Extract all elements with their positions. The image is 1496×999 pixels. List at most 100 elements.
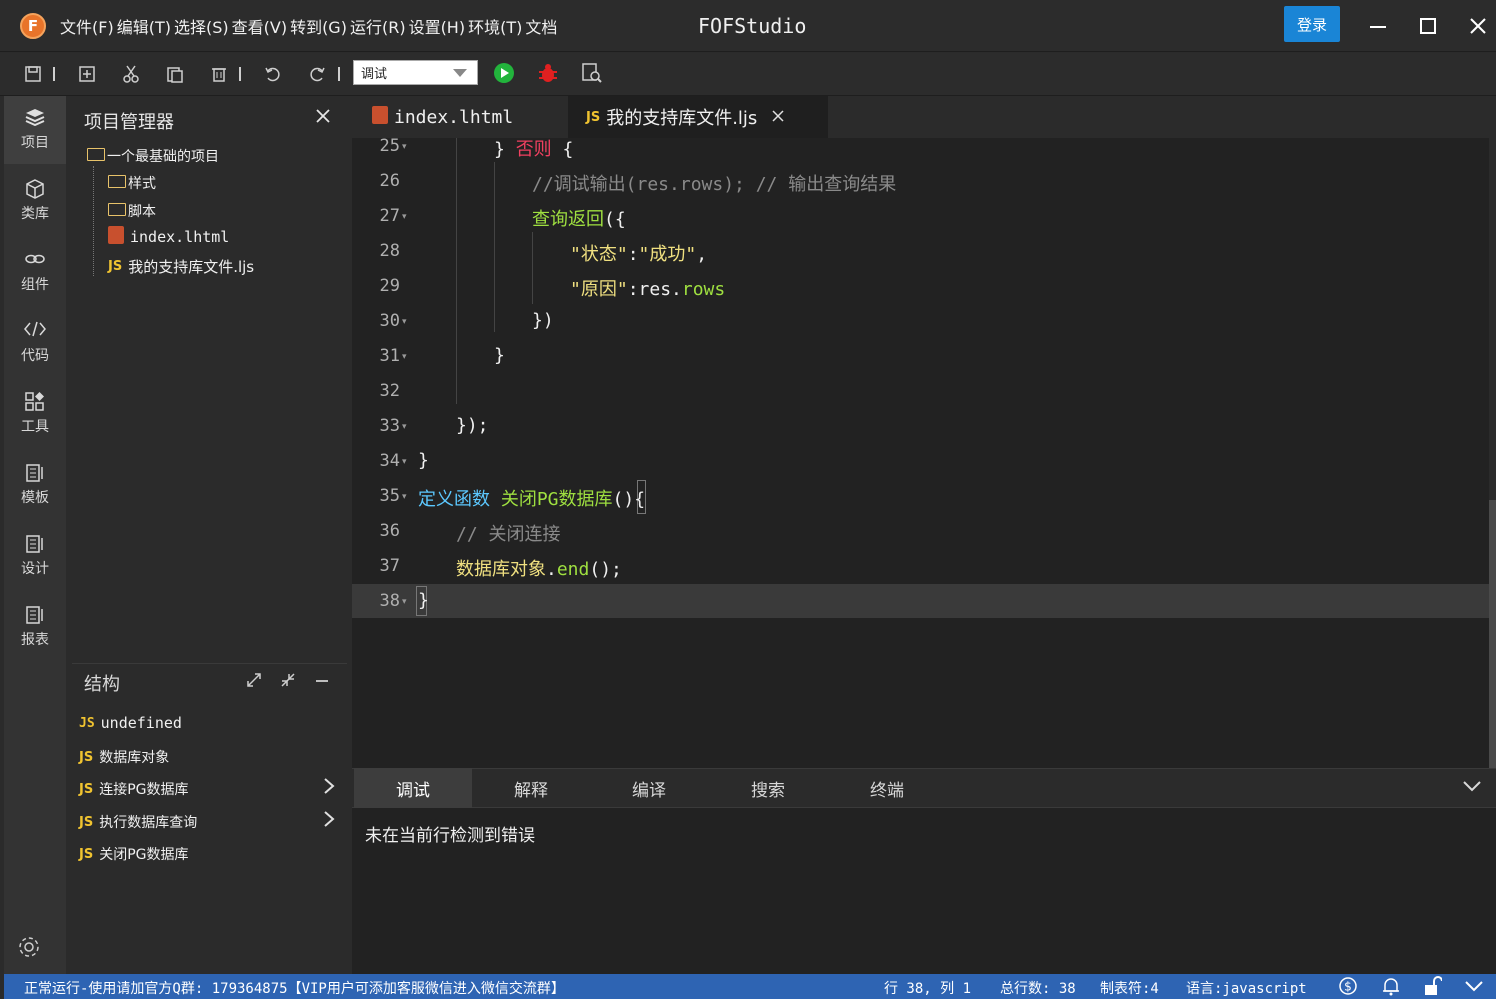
- tree-item-index-lhtml[interactable]: index.lhtml: [108, 226, 229, 246]
- code-line[interactable]: //调试输出(res.rows); // 输出查询结果: [532, 170, 896, 196]
- code-line[interactable]: 查询返回({: [532, 205, 626, 231]
- tab-index-lhtml[interactable]: index.lhtml: [352, 96, 568, 138]
- fold-marker-icon[interactable]: ▾: [402, 317, 407, 327]
- activity-tools[interactable]: 工具: [4, 380, 66, 448]
- code-line[interactable]: });: [456, 415, 489, 436]
- maximize-icon[interactable]: [1414, 12, 1442, 40]
- language-mode[interactable]: 语言:javascript: [1186, 978, 1307, 998]
- line-number: 28: [379, 241, 400, 261]
- tab-debug[interactable]: 调试: [354, 768, 472, 808]
- code-line[interactable]: }: [494, 345, 505, 366]
- unlock-icon[interactable]: [1422, 976, 1443, 999]
- code-line[interactable]: }): [532, 310, 554, 331]
- login-button[interactable]: 登录: [1284, 6, 1340, 42]
- structure-title: 结构: [84, 674, 120, 695]
- menu-select[interactable]: 选择(S): [174, 14, 229, 38]
- structure-item[interactable]: JS undefined: [79, 714, 182, 732]
- menu-docs[interactable]: 文档: [525, 14, 557, 38]
- cursor-position[interactable]: 行 38, 列 1: [884, 978, 971, 998]
- delete-icon[interactable]: [208, 63, 230, 85]
- activity-components[interactable]: 组件: [4, 238, 66, 306]
- chevron-down-icon[interactable]: [1462, 774, 1482, 798]
- activity-reports[interactable]: 报表: [4, 593, 66, 661]
- save-icon[interactable]: [22, 63, 44, 85]
- tab-terminal[interactable]: 终端: [828, 768, 946, 808]
- menu-edit[interactable]: 编辑(T): [117, 14, 171, 38]
- menu-run[interactable]: 运行(R): [350, 14, 406, 38]
- close-window-icon[interactable]: [1464, 12, 1492, 40]
- minimize-icon[interactable]: [1364, 12, 1392, 40]
- code-line[interactable]: 数据库对象.end();: [456, 555, 622, 581]
- js-symbol-icon: JS: [79, 749, 94, 765]
- structure-item[interactable]: JS 连接PG数据库: [79, 779, 189, 799]
- new-file-icon[interactable]: [76, 63, 98, 85]
- undo-icon[interactable]: [262, 63, 284, 85]
- debug-message: 未在当前行检测到错误: [365, 826, 535, 846]
- paste-icon[interactable]: [164, 63, 186, 85]
- menu-view[interactable]: 查看(V): [232, 14, 287, 38]
- run-icon[interactable]: [493, 62, 515, 84]
- fold-marker-icon[interactable]: ▾: [402, 212, 407, 222]
- tree-item-support-ljs[interactable]: JS 我的支持库文件.ljs: [108, 256, 254, 277]
- menu-settings[interactable]: 设置(H): [409, 14, 466, 38]
- minimize-panel-icon[interactable]: [314, 672, 330, 692]
- tree-item-project-root[interactable]: 一个最基础的项目: [87, 146, 219, 166]
- code-line[interactable]: "状态":"成功",: [570, 240, 707, 266]
- collapse-icon[interactable]: [280, 672, 296, 692]
- code-line[interactable]: 定义函数 关闭PG数据库(){: [418, 485, 645, 511]
- activity-project[interactable]: 项目: [4, 96, 66, 164]
- tab-explain[interactable]: 解释: [472, 768, 590, 808]
- code-line[interactable]: } 否则 {: [494, 135, 573, 161]
- code-line[interactable]: }: [418, 590, 429, 611]
- js-symbol-icon: JS: [79, 715, 95, 731]
- line-number: 35: [379, 486, 400, 506]
- gear-icon[interactable]: [16, 934, 42, 966]
- code-line[interactable]: }: [418, 450, 429, 471]
- tree-item-styles[interactable]: 样式: [108, 173, 156, 193]
- redo-icon[interactable]: [306, 63, 328, 85]
- structure-item-label: 关闭PG数据库: [99, 847, 189, 863]
- activity-library[interactable]: 类库: [4, 167, 66, 235]
- chevron-down-icon[interactable]: [1464, 976, 1484, 999]
- tab-support-ljs[interactable]: JS 我的支持库文件.ljs: [568, 96, 828, 138]
- fold-marker-icon[interactable]: ▾: [402, 492, 407, 502]
- menu-environment[interactable]: 环境(T): [468, 14, 522, 38]
- run-config-select[interactable]: 调试: [353, 60, 478, 85]
- debug-bug-icon[interactable]: [537, 62, 559, 84]
- structure-item[interactable]: JS 关闭PG数据库: [79, 844, 189, 864]
- fold-marker-icon[interactable]: ▾: [402, 457, 407, 467]
- close-tab-icon[interactable]: [771, 107, 785, 128]
- code-editor[interactable]: [352, 138, 1489, 768]
- code-line[interactable]: // 关闭连接: [456, 520, 561, 546]
- expand-icon[interactable]: [246, 672, 262, 692]
- bell-icon[interactable]: [1381, 976, 1401, 999]
- menu-file[interactable]: 文件(F): [60, 14, 114, 38]
- fold-marker-icon[interactable]: ▾: [402, 352, 407, 362]
- activity-templates[interactable]: 模板: [4, 451, 66, 519]
- tab-search[interactable]: 搜索: [709, 768, 827, 808]
- menu-goto[interactable]: 转到(G): [290, 14, 347, 38]
- code-line[interactable]: "原因":res.rows: [570, 275, 725, 301]
- activity-design[interactable]: 设计: [4, 522, 66, 590]
- fold-marker-icon[interactable]: ▾: [402, 422, 407, 432]
- chevron-right-icon[interactable]: [322, 809, 336, 834]
- line-number: 27: [379, 206, 400, 226]
- activity-label: 报表: [21, 632, 49, 648]
- activity-code[interactable]: 代码: [4, 309, 66, 377]
- structure-item-label: undefined: [100, 714, 182, 732]
- tab-size[interactable]: 制表符:4: [1100, 978, 1159, 998]
- code-token: }): [532, 310, 554, 331]
- editor-scroll-thumb[interactable]: [1489, 500, 1496, 768]
- chevron-right-icon[interactable]: [322, 776, 336, 801]
- tree-item-scripts[interactable]: 脚本: [108, 201, 156, 221]
- close-icon[interactable]: [314, 106, 332, 130]
- fold-marker-icon[interactable]: ▾: [402, 597, 407, 607]
- preview-search-icon[interactable]: [581, 62, 603, 84]
- dollar-icon[interactable]: $: [1338, 976, 1358, 999]
- cut-icon[interactable]: [120, 63, 142, 85]
- tab-compile[interactable]: 编译: [590, 768, 708, 808]
- fold-marker-icon[interactable]: ▾: [402, 142, 407, 152]
- line-number: 26: [379, 171, 400, 191]
- structure-item[interactable]: JS 执行数据库查询: [79, 812, 197, 832]
- structure-item[interactable]: JS 数据库对象: [79, 747, 169, 767]
